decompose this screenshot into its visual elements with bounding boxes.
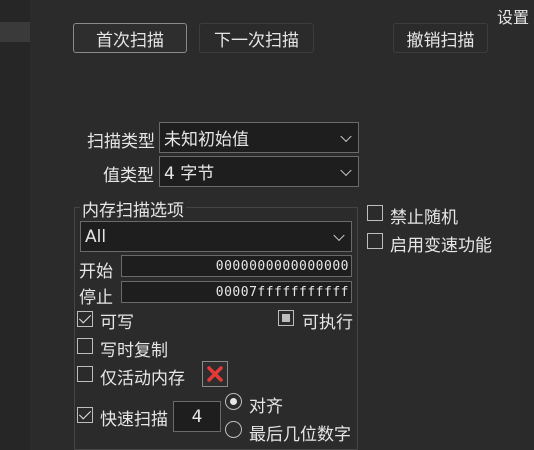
disable-random-checkbox[interactable] [367, 205, 383, 221]
speedhack-label: 启用变速功能 [390, 236, 492, 256]
right-edge [520, 24, 534, 450]
active-memory-only-label: 仅活动内存 [100, 369, 185, 389]
last-digits-radio[interactable] [225, 421, 242, 438]
left-panel-header [0, 22, 30, 42]
chevron-down-icon [340, 130, 352, 142]
stop-address-label: 停止 [79, 288, 113, 308]
copy-on-write-label: 写时复制 [100, 341, 168, 361]
chevron-down-icon [340, 164, 352, 176]
value-type-select[interactable]: 4 字节 [159, 156, 359, 187]
close-icon [207, 366, 223, 382]
fast-scan-alignment-input[interactable]: 4 [173, 401, 221, 432]
scan-type-value: 未知初始值 [164, 130, 249, 150]
memory-scan-options-title: 内存扫描选项 [80, 196, 186, 221]
executable-label: 可执行 [302, 313, 353, 333]
start-address-label: 开始 [79, 262, 113, 282]
memory-region-select[interactable]: All [80, 221, 352, 252]
copy-on-write-checkbox[interactable] [77, 338, 93, 354]
next-scan-button[interactable]: 下一次扫描 [199, 23, 314, 53]
value-type-label: 值类型 [103, 166, 154, 186]
align-label: 对齐 [249, 397, 283, 417]
last-digits-label: 最后几位数字 [249, 425, 351, 445]
first-scan-button[interactable]: 首次扫描 [73, 23, 187, 53]
scan-type-label: 扫描类型 [87, 132, 155, 152]
writable-checkbox[interactable] [77, 311, 93, 327]
executable-checkbox[interactable] [278, 310, 294, 326]
chevron-down-icon [333, 229, 345, 241]
fast-scan-checkbox[interactable] [77, 407, 93, 423]
settings-label[interactable]: 设置 [497, 4, 529, 28]
clear-button[interactable] [202, 361, 228, 387]
speedhack-checkbox[interactable] [367, 233, 383, 249]
start-address-input[interactable]: 0000000000000000 [121, 255, 352, 277]
value-type-value: 4 字节 [164, 164, 215, 184]
fast-scan-label: 快速扫描 [100, 410, 168, 430]
undo-scan-button[interactable]: 撤销扫描 [393, 23, 488, 53]
writable-label: 可写 [100, 313, 134, 333]
stop-address-input[interactable]: 00007fffffffffff [121, 281, 352, 303]
active-memory-only-checkbox[interactable] [77, 366, 93, 382]
scan-type-select[interactable]: 未知初始值 [159, 122, 359, 153]
disable-random-label: 禁止随机 [390, 208, 458, 228]
left-panel [0, 0, 30, 450]
align-radio[interactable] [225, 393, 242, 410]
memory-region-value: All [85, 226, 107, 247]
